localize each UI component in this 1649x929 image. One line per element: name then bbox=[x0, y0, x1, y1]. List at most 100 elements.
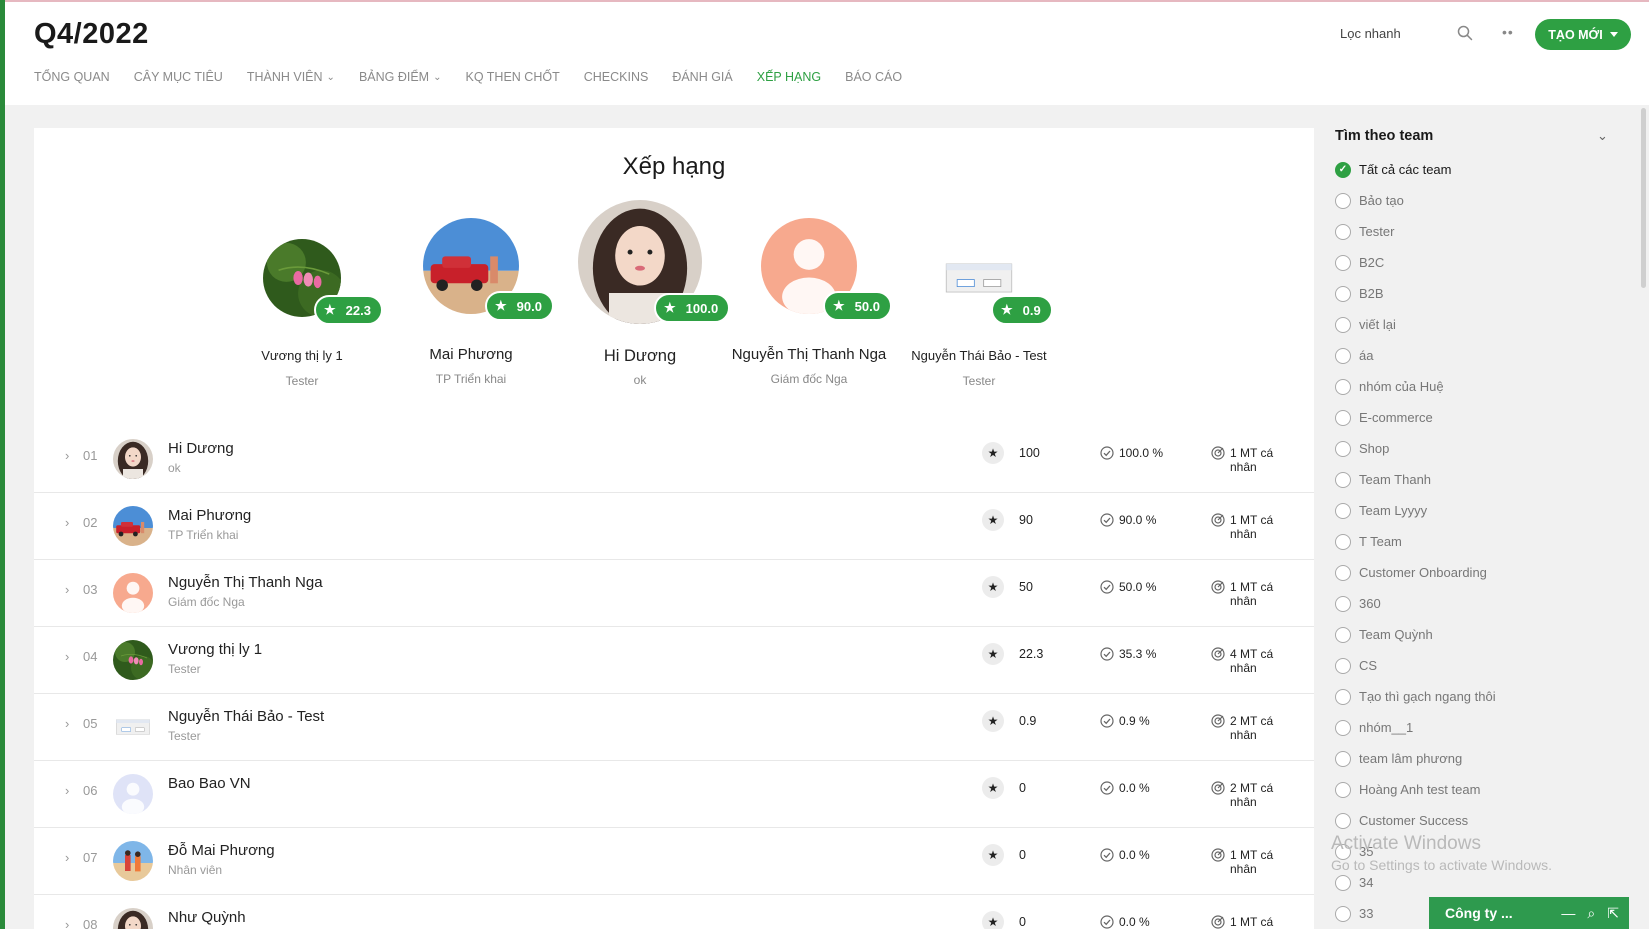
team-filter-option[interactable]: 35 bbox=[1335, 836, 1496, 867]
chevron-right-icon[interactable]: › bbox=[65, 783, 69, 798]
team-filter-option[interactable]: E-commerce bbox=[1335, 402, 1496, 433]
radio-icon[interactable] bbox=[1335, 750, 1351, 767]
team-filter-option[interactable]: viết lại bbox=[1335, 309, 1496, 340]
nav-tab-8[interactable]: BÁO CÁO bbox=[845, 70, 902, 84]
nav-tab-2[interactable]: THÀNH VIÊN ⌄ bbox=[247, 70, 335, 84]
more-options-icon[interactable]: •• bbox=[1502, 24, 1514, 40]
chevron-right-icon[interactable]: › bbox=[65, 716, 69, 731]
team-filter-option[interactable]: team lâm phương bbox=[1335, 743, 1496, 774]
team-filter-option[interactable]: Team Thanh bbox=[1335, 464, 1496, 495]
nav-tab-7[interactable]: XẾP HẠNG bbox=[757, 70, 821, 84]
radio-icon[interactable] bbox=[1335, 285, 1351, 302]
team-filter-option[interactable]: Team Quỳnh bbox=[1335, 619, 1496, 650]
podium-member-2[interactable]: ★ 90.0 Mai Phương TP Triển khai bbox=[386, 200, 556, 386]
team-filter-option[interactable]: ✓ Tất cả các team bbox=[1335, 154, 1496, 185]
radio-icon[interactable] bbox=[1335, 688, 1351, 705]
target-icon bbox=[1211, 647, 1225, 661]
chevron-right-icon[interactable]: › bbox=[65, 448, 69, 463]
star-icon: ★ bbox=[324, 302, 336, 317]
target-icon bbox=[1211, 580, 1225, 594]
ranking-row[interactable]: › 03 Nguyễn Thị Thanh Nga Giám đốc Nga ★ 50 50… bbox=[34, 560, 1314, 627]
radio-icon[interactable] bbox=[1335, 502, 1351, 519]
ranking-row[interactable]: › 07 Đỗ Mai Phương Nhân viên ★ 0 0.0 % 1 MT cá … bbox=[34, 828, 1314, 895]
radio-checked-icon[interactable]: ✓ bbox=[1335, 161, 1351, 178]
radio-icon[interactable] bbox=[1335, 192, 1351, 209]
radio-icon[interactable] bbox=[1335, 874, 1351, 891]
search-icon[interactable]: ⌕ bbox=[1587, 905, 1595, 922]
nav-tab-5[interactable]: CHECKINS bbox=[584, 70, 649, 84]
team-filter-option[interactable]: B2B bbox=[1335, 278, 1496, 309]
team-filter-option[interactable]: Tạo thì gạch ngang thôi bbox=[1335, 681, 1496, 712]
podium-member-4[interactable]: ★ 50.0 Nguyễn Thị Thanh Nga Giám đốc Nga bbox=[724, 200, 894, 386]
radio-icon[interactable] bbox=[1335, 843, 1351, 860]
member-objectives: 1 MT cá nhân bbox=[1230, 446, 1274, 474]
radio-icon[interactable] bbox=[1335, 223, 1351, 240]
podium-member-1[interactable]: ★ 22.3 Vương thị ly 1 Tester bbox=[217, 200, 387, 388]
ranking-row[interactable]: › 04 Vương thị ly 1 Tester ★ 22.3 35.3 % 4 MT c… bbox=[34, 627, 1314, 694]
team-filter-option[interactable]: Shop bbox=[1335, 433, 1496, 464]
chevron-right-icon[interactable]: › bbox=[65, 582, 69, 597]
chevron-right-icon[interactable]: › bbox=[65, 850, 69, 865]
rank-number: 07 bbox=[83, 850, 98, 865]
team-filter-option[interactable]: Team Lyyyy bbox=[1335, 495, 1496, 526]
radio-icon[interactable] bbox=[1335, 440, 1351, 457]
nav-tab-4[interactable]: KQ THEN CHỐT bbox=[465, 70, 559, 84]
nav-tab-6[interactable]: ĐÁNH GIÁ bbox=[672, 70, 732, 84]
team-filter-option[interactable]: 34 bbox=[1335, 867, 1496, 898]
team-filter-option[interactable]: Hoàng Anh test team bbox=[1335, 774, 1496, 805]
team-filter-option[interactable]: Customer Success bbox=[1335, 805, 1496, 836]
chevron-right-icon[interactable]: › bbox=[65, 649, 69, 664]
radio-icon[interactable] bbox=[1335, 471, 1351, 488]
star-icon: ★ bbox=[982, 777, 1004, 799]
radio-icon[interactable] bbox=[1335, 533, 1351, 550]
team-filter-option[interactable]: CS bbox=[1335, 650, 1496, 681]
chat-widget-bar[interactable]: Công ty ... — ⌕ ⇱ bbox=[1429, 897, 1629, 929]
quick-filter-label[interactable]: Lọc nhanh bbox=[1340, 26, 1401, 41]
chevron-right-icon[interactable]: › bbox=[65, 917, 69, 929]
search-icon[interactable] bbox=[1457, 25, 1473, 41]
radio-icon[interactable] bbox=[1335, 781, 1351, 798]
team-filter-option[interactable]: Customer Onboarding bbox=[1335, 557, 1496, 588]
radio-icon[interactable] bbox=[1335, 905, 1351, 922]
radio-icon[interactable] bbox=[1335, 316, 1351, 333]
podium-member-3[interactable]: ★ 100.0 Hi Dương ok bbox=[555, 200, 731, 387]
team-filter-option[interactable]: T Team bbox=[1335, 526, 1496, 557]
radio-icon[interactable] bbox=[1335, 564, 1351, 581]
ranking-row[interactable]: › 05 Nguyễn Thái Bảo - Test Tester ★ 0.9 0.9 %… bbox=[34, 694, 1314, 761]
team-filter-option[interactable]: áa bbox=[1335, 340, 1496, 371]
chevron-down-icon[interactable]: ⌄ bbox=[1597, 128, 1608, 144]
ranking-row[interactable]: › 01 Hi Dương ok ★ 100 100.0 % 1 MT cá nhân bbox=[34, 426, 1314, 493]
team-filter-option[interactable]: B2C bbox=[1335, 247, 1496, 278]
radio-icon[interactable] bbox=[1335, 409, 1351, 426]
popout-icon[interactable]: ⇱ bbox=[1607, 905, 1619, 922]
radio-icon[interactable] bbox=[1335, 657, 1351, 674]
team-filter-option[interactable]: 360 bbox=[1335, 588, 1496, 619]
nav-tab-0[interactable]: TỔNG QUAN bbox=[34, 70, 110, 84]
nav-tab-1[interactable]: CÂY MỤC TIÊU bbox=[134, 70, 223, 84]
podium-member-5[interactable]: ★ 0.9 Nguyễn Thái Bảo - Test Tester bbox=[894, 200, 1064, 388]
chat-widget-label: Công ty ... bbox=[1445, 905, 1513, 921]
team-filter-option[interactable]: nhóm của Huệ bbox=[1335, 371, 1496, 402]
ranking-row[interactable]: › 02 Mai Phương TP Triển khai ★ 90 90.0 % 1 MT … bbox=[34, 493, 1314, 560]
team-filter-label: 35 bbox=[1359, 844, 1374, 859]
create-new-button[interactable]: TẠO MỚI bbox=[1535, 19, 1631, 50]
score-value: 50.0 bbox=[854, 298, 880, 314]
radio-icon[interactable] bbox=[1335, 254, 1351, 271]
radio-icon[interactable] bbox=[1335, 378, 1351, 395]
podium-role: Giám đốc Nga bbox=[770, 372, 848, 386]
team-filter-option[interactable]: Tester bbox=[1335, 216, 1496, 247]
ranking-row[interactable]: › 06 Bao Bao VN ★ 0 0.0 % 2 MT cá nhân bbox=[34, 761, 1314, 828]
nav-tab-3[interactable]: BẢNG ĐIỂM ⌄ bbox=[359, 70, 442, 84]
radio-icon[interactable] bbox=[1335, 812, 1351, 829]
radio-icon[interactable] bbox=[1335, 347, 1351, 364]
minimize-icon[interactable]: — bbox=[1561, 905, 1575, 921]
radio-icon[interactable] bbox=[1335, 595, 1351, 612]
team-filter-option[interactable]: nhóm__1 bbox=[1335, 712, 1496, 743]
chevron-right-icon[interactable]: › bbox=[65, 515, 69, 530]
radio-icon[interactable] bbox=[1335, 719, 1351, 736]
ranking-row[interactable]: › 08 Như Quỳnh ★ 0 0.0 % 1 MT cá nhân bbox=[34, 895, 1314, 929]
radio-icon[interactable] bbox=[1335, 626, 1351, 643]
page-scrollbar[interactable] bbox=[1641, 108, 1646, 288]
score-badge: ★ 22.3 bbox=[314, 295, 383, 325]
team-filter-option[interactable]: Bảo tạo bbox=[1335, 185, 1496, 216]
